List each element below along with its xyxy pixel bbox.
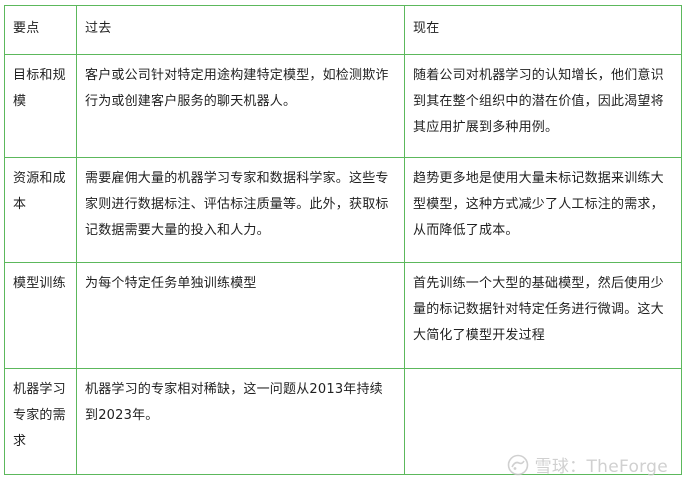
header-now: 现在 xyxy=(404,5,682,55)
watermark: 雪球：TheForge xyxy=(507,452,668,477)
table-row: 目标和规模 客户或公司针对特定用途构建特定模型，如检测欺诈行为或创建客户服务的聊… xyxy=(4,54,682,158)
row-past: 为每个特定任务单独训练模型 xyxy=(76,262,405,369)
comparison-table: 要点 过去 现在 目标和规模 客户或公司针对特定用途构建特定模型，如检测欺诈行为… xyxy=(4,5,682,475)
table-row: 模型训练 为每个特定任务单独训练模型 首先训练一个大型的基础模型，然后使用少量的… xyxy=(4,262,682,369)
table-row: 资源和成本 需要雇佣大量的机器学习专家和数据科学家。这些专家则进行数据标注、评估… xyxy=(4,157,682,263)
row-now: 随着公司对机器学习的认知增长，他们意识到其在整个组织中的潜在价值，因此渴望将其应… xyxy=(404,54,682,158)
row-key: 模型训练 xyxy=(4,262,77,369)
watermark-text: 雪球：TheForge xyxy=(534,457,668,477)
row-past: 机器学习的专家相对稀缺，这一问题从2013年持续到2023年。 xyxy=(76,368,405,475)
row-past: 客户或公司针对特定用途构建特定模型，如检测欺诈行为或创建客户服务的聊天机器人。 xyxy=(76,54,405,158)
header-key: 要点 xyxy=(4,5,77,55)
snowball-icon xyxy=(507,454,528,475)
row-now: 首先训练一个大型的基础模型，然后使用少量的标记数据针对特定任务进行微调。这大大简… xyxy=(404,262,682,369)
row-now: 趋势更多地是使用大量未标记数据来训练大型模型，这种方式减少了人工标注的需求，从而… xyxy=(404,157,682,263)
row-key: 资源和成本 xyxy=(4,157,77,263)
row-key: 机器学习专家的需求 xyxy=(4,368,77,475)
row-past: 需要雇佣大量的机器学习专家和数据科学家。这些专家则进行数据标注、评估标注质量等。… xyxy=(76,157,405,263)
header-past: 过去 xyxy=(76,5,405,55)
table-header-row: 要点 过去 现在 xyxy=(4,5,682,55)
row-key: 目标和规模 xyxy=(4,54,77,158)
